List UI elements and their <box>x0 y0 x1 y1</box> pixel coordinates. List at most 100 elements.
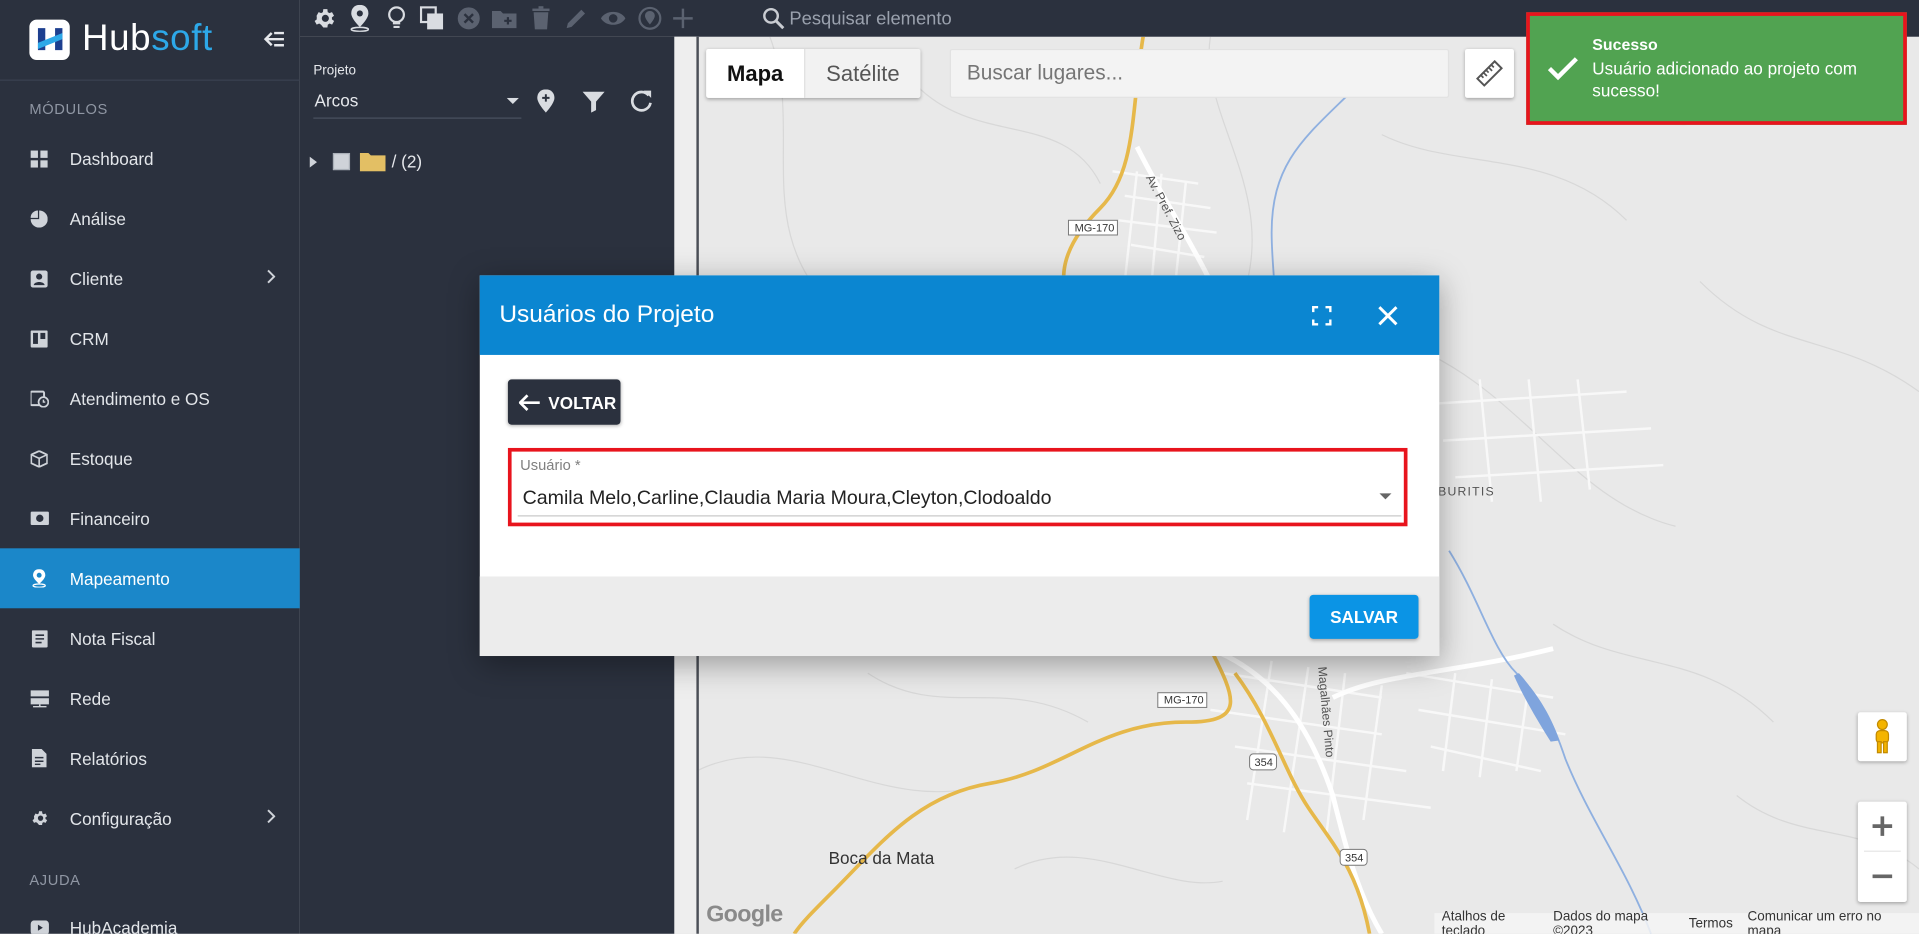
trash-icon <box>532 6 550 30</box>
logo-text-hub: Hub <box>82 18 152 59</box>
plus-icon <box>1872 816 1893 836</box>
settings-button[interactable] <box>311 5 338 32</box>
dialog-header: Usuários do Projeto <box>479 275 1440 355</box>
report-error-link[interactable]: Comunicar um erro no mapa <box>1748 909 1897 934</box>
project-location-button[interactable] <box>532 88 559 115</box>
sidebar-item-label: Atendimento e OS <box>69 388 210 409</box>
delete-button[interactable] <box>528 5 555 32</box>
map-attribution: Atalhos de teclado Dados do mapa ©2023 T… <box>1434 909 1919 934</box>
sidebar-item-dashboard[interactable]: Dashboard <box>0 129 300 189</box>
arrow-left-icon <box>518 393 541 411</box>
sidebar-item-label: Relatórios <box>69 748 147 768</box>
road-label: MG-170 <box>1164 695 1204 707</box>
sidebar-item-configuracao[interactable]: Configuração <box>0 788 300 848</box>
idea-button[interactable] <box>383 5 410 32</box>
back-button-label: VOLTAR <box>548 392 617 412</box>
cancel-button[interactable] <box>455 5 482 32</box>
sidebar-item-label: Análise <box>69 208 126 229</box>
close-dialog-button[interactable] <box>1373 301 1402 330</box>
copy-layers-icon <box>419 6 444 30</box>
map-type-map-button[interactable]: Mapa <box>706 48 805 98</box>
measure-button[interactable] <box>1465 48 1514 98</box>
pie-chart-icon <box>29 209 49 229</box>
save-button[interactable]: SALVAR <box>1309 594 1419 639</box>
minus-icon <box>1872 874 1893 879</box>
user-select-field[interactable]: Usuário * Camila Melo,Carline,Claudia Ma… <box>507 447 1408 527</box>
chevron-right-icon <box>266 269 276 284</box>
map-marker-icon <box>350 4 370 32</box>
collapse-icon <box>263 31 284 47</box>
sidebar-item-financeiro[interactable]: Financeiro <box>0 488 300 548</box>
sidebar-divider <box>0 79 300 81</box>
project-select[interactable]: Arcos <box>313 86 522 119</box>
add-marker-button[interactable] <box>346 4 373 32</box>
folder-icon <box>359 152 386 172</box>
sidebar: Hubsoft MÓDULOS Dashboard Análise Client… <box>0 0 300 934</box>
eye-icon <box>600 11 626 25</box>
map-data-text: Dados do mapa ©2023 <box>1553 908 1649 934</box>
sidebar-item-label: Dashboard <box>69 148 154 169</box>
sidebar-item-cliente[interactable]: Cliente <box>0 248 300 308</box>
youtube-icon <box>29 917 49 934</box>
maximize-button[interactable] <box>1308 302 1335 329</box>
success-toast[interactable]: Sucesso Usuário adicionado ao projeto co… <box>1526 12 1907 125</box>
close-circle-icon <box>457 7 480 30</box>
sidebar-item-hubacademia[interactable]: HubAcademia <box>0 897 300 934</box>
area-label: BURITIS <box>1438 485 1495 499</box>
sidebar-item-mapeamento[interactable]: Mapeamento <box>0 548 300 609</box>
filter-button[interactable] <box>580 88 607 115</box>
town-label: Boca da Mata <box>829 848 935 868</box>
dialog-footer: SALVAR <box>479 576 1440 657</box>
sidebar-item-rede[interactable]: Rede <box>0 668 300 728</box>
sidebar-item-atendimento[interactable]: Atendimento e OS <box>0 368 300 428</box>
gear-icon <box>29 808 49 828</box>
zoom-out-button[interactable] <box>1858 852 1907 901</box>
view-button[interactable] <box>600 5 627 32</box>
toast-message: Usuário adicionado ao projeto com sucess… <box>1592 58 1858 101</box>
sidebar-item-label: Estoque <box>69 448 133 469</box>
tree-checkbox[interactable] <box>332 152 351 171</box>
kanban-icon <box>29 329 49 349</box>
collapse-sidebar-button[interactable] <box>262 28 286 50</box>
project-users-dialog: Usuários do Projeto VOLTAR Usuário * Cam… <box>479 275 1440 657</box>
keyboard-shortcuts-link[interactable]: Atalhos de teclado <box>1442 909 1539 934</box>
user-select-value[interactable]: Camila Melo,Carline,Claudia Maria Moura,… <box>523 488 1052 510</box>
sidebar-item-relatorios[interactable]: Relatórios <box>0 728 300 788</box>
sidebar-item-estoque[interactable]: Estoque <box>0 428 300 488</box>
layers-button[interactable] <box>419 5 446 32</box>
zoom-in-button[interactable] <box>1858 802 1907 851</box>
caret-down-icon[interactable] <box>1379 493 1392 500</box>
sidebar-item-analise[interactable]: Análise <box>0 188 300 248</box>
locate-button[interactable] <box>636 5 663 32</box>
back-button[interactable]: VOLTAR <box>507 379 621 425</box>
sidebar-item-nota-fiscal[interactable]: Nota Fiscal <box>0 608 300 668</box>
element-search[interactable]: Pesquisar elemento <box>762 5 952 32</box>
add-button[interactable] <box>669 5 696 32</box>
hubsoft-logo-icon <box>29 18 70 60</box>
zoom-control <box>1857 801 1907 903</box>
chevron-right-icon <box>266 809 276 824</box>
edit-button[interactable] <box>563 5 590 32</box>
road-label: 354 <box>1345 853 1363 865</box>
money-icon <box>29 509 49 529</box>
calendar-clock-icon <box>29 389 49 409</box>
project-tree-root[interactable]: / (2) <box>309 149 422 173</box>
sidebar-item-label: Financeiro <box>69 508 150 529</box>
street-view-button[interactable] <box>1857 712 1907 762</box>
logo-text-soft: soft <box>151 18 213 59</box>
dashboard-icon <box>29 149 49 169</box>
new-folder-button[interactable] <box>491 5 518 32</box>
refresh-button[interactable] <box>628 88 655 115</box>
location-plus-icon <box>537 89 555 113</box>
box-icon <box>29 449 49 469</box>
road-label: MG-170 <box>1075 222 1115 234</box>
filter-icon <box>582 91 605 113</box>
terms-link[interactable]: Termos <box>1689 916 1733 931</box>
ruler-icon <box>1476 59 1503 87</box>
logo: Hubsoft <box>29 17 212 61</box>
expand-arrow-icon[interactable] <box>309 156 317 168</box>
places-search-input[interactable] <box>949 48 1450 98</box>
folder-plus-icon <box>492 11 517 29</box>
map-type-satellite-button[interactable]: Satélite <box>804 48 921 98</box>
sidebar-item-crm[interactable]: CRM <box>0 308 300 368</box>
